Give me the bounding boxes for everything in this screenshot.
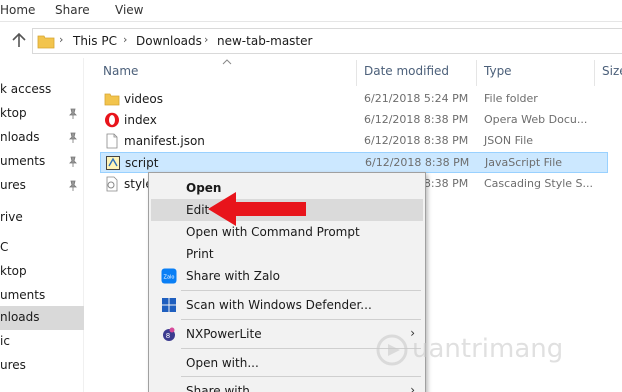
defender-icon (162, 298, 176, 312)
column-divider[interactable] (356, 60, 357, 86)
folder-icon (104, 93, 120, 106)
column-header-type[interactable]: Type (484, 64, 512, 78)
column-header-size[interactable]: Size (602, 64, 622, 78)
sort-ascending-icon (222, 59, 232, 65)
nav-item-label: ures (0, 178, 26, 192)
nav-item-label: nloads (0, 130, 40, 144)
breadcrumb-new-tab-master[interactable]: new-tab-master (217, 34, 312, 48)
nav-item-label: ktop (0, 106, 27, 120)
nav-item-pc-downloads[interactable]: nloads (0, 306, 84, 330)
nav-item-label: ktop (0, 264, 27, 278)
svg-text:8: 8 (166, 332, 170, 340)
watermark-logo-icon (376, 334, 408, 366)
address-row: › This PC › Downloads › new-tab-master (0, 22, 622, 58)
file-name: manifest.json (124, 134, 205, 148)
nav-item-this-pc[interactable]: C (0, 236, 84, 260)
breadcrumb-downloads[interactable]: Downloads (136, 34, 202, 48)
nav-item-label: k access (0, 82, 52, 96)
nav-item-documents[interactable]: uments (0, 150, 84, 174)
nav-item-quick-access[interactable]: k access (0, 78, 84, 102)
menu-separator (181, 290, 421, 291)
menu-separator (181, 319, 421, 320)
file-date: 6/12/2018 8:38 PM (364, 134, 469, 147)
menu-item-scan-with-windows-defender[interactable]: Scan with Windows Defender... (151, 294, 423, 316)
file-type: File folder (484, 92, 538, 105)
file-type: Cascading Style S... (484, 177, 594, 190)
address-bar[interactable]: › This PC › Downloads › new-tab-master (32, 28, 622, 54)
menu-item-share-with[interactable]: Share with › (151, 380, 423, 392)
tab-view[interactable]: View (115, 3, 143, 17)
tab-share[interactable]: Share (55, 3, 90, 17)
chevron-right-icon[interactable]: › (204, 33, 208, 46)
column-header-name[interactable]: Name (103, 64, 138, 78)
nav-item-pictures[interactable]: ures (0, 174, 84, 198)
watermark: uantrimang (372, 326, 612, 376)
pin-icon (69, 108, 77, 119)
svg-text:Zalo: Zalo (164, 275, 175, 281)
folder-icon (37, 35, 55, 49)
nav-item-music[interactable]: ic (0, 330, 84, 354)
menu-item-share-with-zalo[interactable]: Zalo Share with Zalo (151, 265, 423, 287)
nav-item-label: ures (0, 358, 26, 372)
nav-item-pc-desktop[interactable]: ktop (0, 260, 84, 284)
nxpowerlite-icon: 8 (163, 327, 175, 341)
nav-item-label: nloads (0, 310, 40, 324)
menu-item-label: Open with... (186, 356, 259, 370)
menu-item-label: Share with Zalo (186, 269, 280, 283)
red-arrow-annotation-icon (208, 192, 306, 226)
file-type: JavaScript File (485, 156, 563, 169)
file-name: index (124, 113, 157, 127)
table-row[interactable]: index 6/12/2018 8:38 PM Opera Web Docu..… (100, 110, 608, 131)
file-type: JSON File (484, 134, 534, 147)
nav-item-label: ic (0, 334, 10, 348)
up-arrow-icon[interactable] (10, 31, 28, 49)
nav-item-label: rive (0, 210, 23, 224)
file-date: 6/12/2018 8:38 PM (364, 113, 469, 126)
tab-home[interactable]: Home (0, 3, 35, 17)
watermark-text: uantrimang (412, 334, 564, 364)
chevron-right-icon[interactable]: › (59, 33, 63, 46)
file-type: Opera Web Docu... (484, 113, 588, 126)
ribbon-tabs: Home Share View (0, 0, 622, 22)
chevron-right-icon: › (410, 383, 415, 392)
script-icon (106, 156, 120, 170)
pin-icon (69, 180, 77, 191)
file-icon (106, 133, 118, 149)
file-name: videos (124, 92, 164, 106)
table-row-selected[interactable]: script 6/12/2018 8:38 PM JavaScript File (100, 152, 608, 173)
menu-item-label: Scan with Windows Defender... (186, 298, 372, 312)
nav-item-desktop[interactable]: ktop (0, 102, 84, 126)
menu-separator (181, 376, 421, 377)
nav-item-onedrive[interactable]: rive (0, 206, 84, 230)
nav-item-label: C (0, 240, 9, 254)
file-date: 6/12/2018 8:38 PM (365, 156, 470, 169)
nav-item-label: uments (0, 288, 46, 302)
breadcrumb-this-pc[interactable]: This PC (73, 34, 117, 48)
nav-item-pc-pictures[interactable]: ures (0, 354, 84, 378)
chevron-right-icon[interactable]: › (123, 33, 127, 46)
pin-icon (69, 132, 77, 143)
file-name: script (125, 156, 159, 170)
zalo-icon: Zalo (161, 268, 177, 284)
nav-item-pc-documents[interactable]: uments (0, 284, 84, 308)
nav-item-downloads[interactable]: nloads (0, 126, 84, 150)
css-file-icon (106, 176, 118, 192)
pin-icon (69, 156, 77, 167)
table-row[interactable]: manifest.json 6/12/2018 8:38 PM JSON Fil… (100, 131, 608, 152)
nav-item-label: uments (0, 154, 46, 168)
menu-item-print[interactable]: Print (151, 243, 423, 265)
navigation-pane: k access ktop nloads uments ures rive C … (0, 58, 84, 392)
menu-item-label: NXPowerLite (186, 327, 262, 341)
opera-icon (105, 112, 119, 128)
column-divider[interactable] (476, 60, 477, 86)
menu-item-label: Share with (186, 384, 250, 392)
file-date: 6/21/2018 5:24 PM (364, 92, 469, 105)
column-header-date[interactable]: Date modified (364, 64, 449, 78)
column-divider[interactable] (594, 60, 595, 86)
table-row[interactable]: videos 6/21/2018 5:24 PM File folder (100, 89, 608, 110)
menu-item-label: Print (186, 247, 214, 261)
